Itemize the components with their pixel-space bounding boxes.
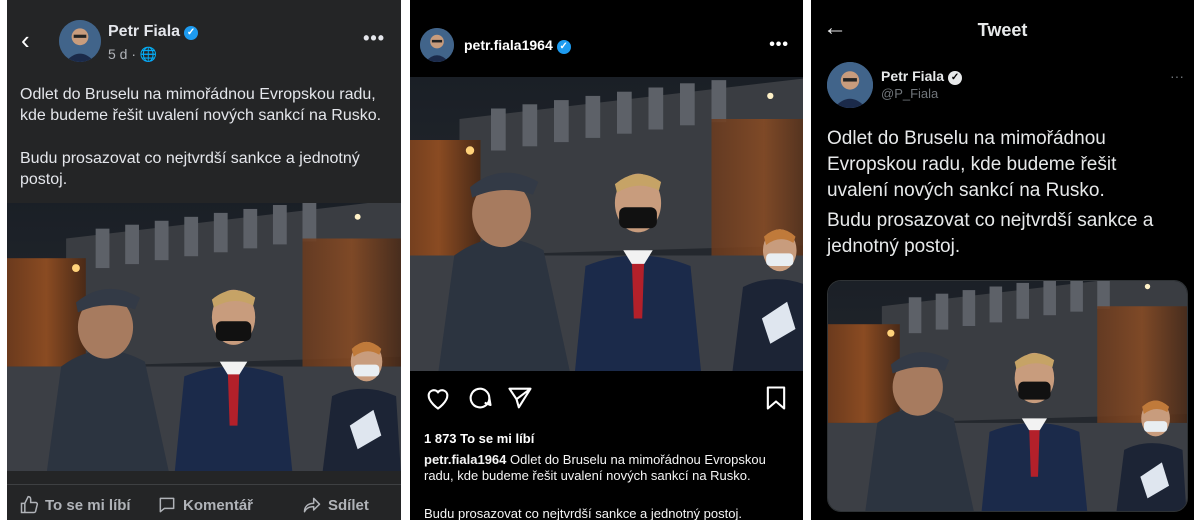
- author-name[interactable]: Petr Fiala ✓: [881, 68, 963, 85]
- tweet-text-paragraph-1: Odlet do Bruselu na mimořádnou Evropskou…: [827, 128, 1117, 201]
- more-options-icon[interactable]: ···: [1170, 68, 1184, 84]
- page-title: Tweet: [977, 20, 1028, 40]
- comment-label: Komentář: [183, 496, 254, 514]
- comment-icon: [159, 497, 175, 513]
- instagram-post-panel: petr.fiala1964 ✓ ••• 1 873 To se mi líbí …: [410, 0, 803, 520]
- avatar[interactable]: [59, 20, 101, 62]
- share-label: Sdílet: [328, 496, 369, 514]
- author-handle[interactable]: @P_Fiala: [881, 86, 938, 101]
- caption: petr.fiala1964 Odlet do Bruselu na mimoř…: [424, 452, 792, 484]
- avatar[interactable]: [827, 62, 873, 108]
- post-header: ‹ Petr Fiala ✓ 5 d · 🌐 •••: [7, 14, 401, 68]
- facebook-post-panel: ‹ Petr Fiala ✓ 5 d · 🌐 ••• Odlet do Bruse…: [7, 0, 401, 520]
- bookmark-icon[interactable]: [762, 384, 790, 412]
- share-icon: [303, 497, 321, 513]
- post-actions-bar: [410, 384, 803, 416]
- post-text-paragraph-1: Odlet do Bruselu na mimořádnou Evropskou…: [20, 86, 382, 124]
- author-name-text: Petr Fiala: [881, 68, 945, 84]
- author-name-text: Petr Fiala: [108, 23, 181, 40]
- username[interactable]: petr.fiala1964 ✓: [464, 37, 571, 54]
- more-options-icon[interactable]: •••: [769, 36, 789, 54]
- like-button[interactable]: To se mi líbí: [19, 495, 131, 515]
- verified-badge-icon: ✓: [556, 40, 571, 54]
- tweet-text-paragraph-2: Budu prosazovat co nejtvrdší sankce a je…: [827, 210, 1154, 257]
- post-photo[interactable]: [410, 77, 803, 371]
- likes-count[interactable]: 1 873 To se mi líbí: [424, 431, 534, 446]
- like-label: To se mi líbí: [45, 496, 131, 514]
- post-photo[interactable]: [7, 203, 401, 471]
- caption-username[interactable]: petr.fiala1964: [424, 452, 506, 467]
- chevron-left-icon[interactable]: ‹: [21, 27, 41, 53]
- post-timestamp[interactable]: 5 d · 🌐: [108, 46, 157, 63]
- thumbs-up-icon: [20, 495, 39, 514]
- send-icon[interactable]: [506, 384, 534, 412]
- heart-icon[interactable]: [424, 384, 452, 412]
- username-text: petr.fiala1964: [464, 37, 553, 53]
- verified-badge-icon: ✓: [184, 26, 199, 40]
- tweet-photo[interactable]: [827, 280, 1188, 512]
- post-actions-bar: To se mi líbí Komentář Sdílet: [7, 484, 401, 520]
- verified-badge-icon: ✓: [948, 71, 963, 85]
- twitter-tweet-panel: ← Tweet Petr Fiala ✓ @P_Fiala ··· Odlet d…: [811, 0, 1194, 520]
- comment-button[interactable]: Komentář: [157, 495, 253, 515]
- more-options-icon[interactable]: •••: [363, 28, 385, 49]
- post-text-paragraph-2: Budu prosazovat co nejtvrdší sankce a je…: [20, 150, 360, 188]
- comment-icon[interactable]: [466, 384, 494, 412]
- caption-text-paragraph-2: Budu prosazovat co nejtvrdší sankce a je…: [424, 506, 742, 520]
- author-name[interactable]: Petr Fiala ✓: [108, 23, 199, 41]
- avatar[interactable]: [420, 28, 454, 62]
- share-button[interactable]: Sdílet: [302, 495, 369, 515]
